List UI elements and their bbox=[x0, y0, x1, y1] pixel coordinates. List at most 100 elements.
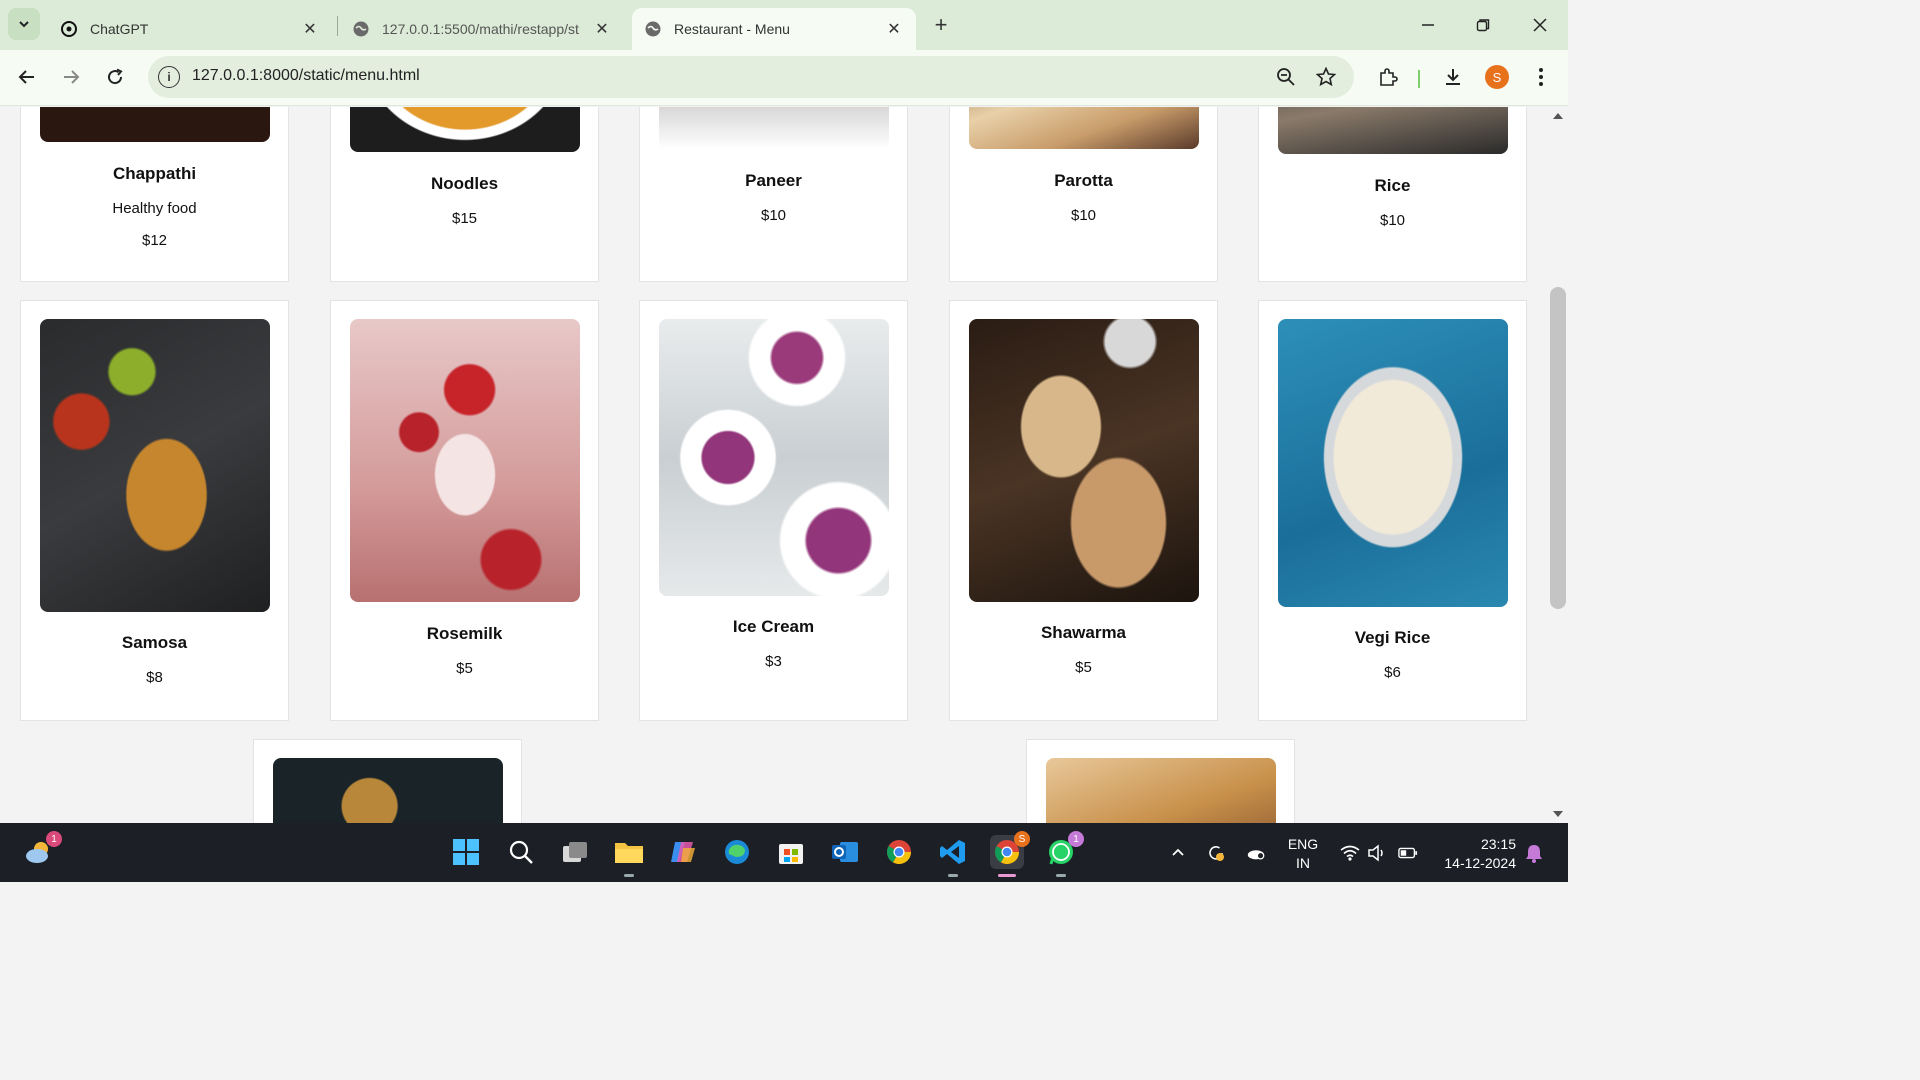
volume-icon[interactable] bbox=[1367, 843, 1387, 863]
item-price: $12 bbox=[141, 232, 168, 249]
item-price: $10 bbox=[1070, 207, 1097, 224]
shawarma-photo bbox=[969, 319, 1199, 602]
biryani-photo bbox=[273, 758, 503, 823]
arrow-right-icon bbox=[64, 70, 80, 84]
store-icon bbox=[779, 844, 803, 864]
reload-button[interactable] bbox=[100, 62, 130, 92]
item-price: $6 bbox=[1384, 664, 1401, 681]
vscode-icon bbox=[940, 840, 965, 864]
scroll-up-icon[interactable] bbox=[1553, 113, 1563, 119]
wifi-icon[interactable] bbox=[1340, 843, 1360, 863]
microsoft-store-button[interactable] bbox=[774, 835, 808, 869]
tab-restapp[interactable]: 127.0.0.1:5500/mathi/restapp/st ✕ bbox=[340, 8, 624, 50]
menu-card-rosemilk[interactable]: Rosemilk $5 bbox=[330, 300, 599, 721]
downloads-button[interactable] bbox=[1438, 62, 1468, 92]
back-button[interactable] bbox=[12, 62, 42, 92]
profile-avatar[interactable]: S bbox=[1485, 65, 1509, 89]
url-text[interactable]: 127.0.0.1:8000/static/menu.html bbox=[192, 67, 420, 85]
task-view-button[interactable] bbox=[558, 835, 592, 869]
edge-button[interactable] bbox=[720, 835, 754, 869]
close-icon bbox=[1533, 18, 1547, 32]
menu-card-ice-cream[interactable]: Ice Cream $3 bbox=[639, 300, 908, 721]
chrome-profile-button[interactable]: S bbox=[990, 831, 1030, 877]
outlook-icon bbox=[832, 842, 858, 862]
menu-card-paneer[interactable]: Paneer $10 bbox=[639, 107, 908, 282]
running-indicator bbox=[948, 874, 958, 877]
clock[interactable]: 23:15 14-12-2024 bbox=[1434, 835, 1516, 873]
language-indicator[interactable]: ENG IN bbox=[1284, 835, 1322, 873]
chevron-down-icon bbox=[19, 21, 29, 28]
page-scrollbar[interactable] bbox=[1548, 107, 1568, 823]
vscode-button[interactable] bbox=[936, 835, 970, 877]
menu-card-naan[interactable] bbox=[1026, 739, 1295, 823]
rice-photo bbox=[1278, 107, 1508, 154]
chevron-up-icon bbox=[1172, 848, 1184, 856]
globe-icon bbox=[644, 20, 662, 38]
tab-title: 127.0.0.1:5500/mathi/restapp/st bbox=[382, 21, 579, 37]
search-button[interactable] bbox=[504, 835, 538, 869]
zoom-icon[interactable] bbox=[1274, 65, 1298, 89]
address-bar[interactable]: i 127.0.0.1:8000/static/menu.html bbox=[148, 56, 1354, 98]
clock-date: 14-12-2024 bbox=[1444, 855, 1516, 871]
item-name: Rosemilk bbox=[426, 624, 503, 643]
new-tab-button[interactable]: + bbox=[928, 12, 954, 38]
page-viewport: Chappathi Healthy food $12 Noodles $15 P… bbox=[0, 107, 1548, 823]
file-explorer-button[interactable] bbox=[612, 835, 646, 877]
sync-icon[interactable] bbox=[1206, 843, 1226, 863]
item-price: $5 bbox=[1075, 659, 1092, 676]
windows-logo-icon bbox=[453, 839, 479, 865]
menu-card-shawarma[interactable]: Shawarma $5 bbox=[949, 300, 1218, 721]
copilot-button[interactable] bbox=[666, 835, 700, 869]
menu-card-parotta[interactable]: Parotta $10 bbox=[949, 107, 1218, 282]
site-info-icon[interactable]: i bbox=[158, 66, 180, 88]
chrome-button[interactable] bbox=[882, 835, 916, 869]
tab-restaurant-menu[interactable]: Restaurant - Menu ✕ bbox=[632, 8, 916, 50]
battery-icon[interactable] bbox=[1398, 843, 1418, 863]
menu-card-vegi-rice[interactable]: Vegi Rice $6 bbox=[1258, 300, 1527, 721]
edge-icon bbox=[725, 840, 749, 864]
menu-card-rice[interactable]: Rice $10 bbox=[1258, 107, 1527, 282]
language-code: ENG bbox=[1287, 836, 1319, 852]
item-name: Chappathi bbox=[112, 164, 197, 183]
onedrive-icon[interactable] bbox=[1246, 843, 1266, 863]
noodles-photo bbox=[350, 107, 580, 152]
tab-chatgpt[interactable]: ChatGPT ✕ bbox=[48, 8, 332, 50]
close-icon[interactable]: ✕ bbox=[592, 19, 612, 39]
restore-button[interactable] bbox=[1468, 10, 1498, 40]
tab-search-button[interactable] bbox=[8, 8, 40, 40]
scroll-down-icon[interactable] bbox=[1553, 811, 1563, 817]
scrollbar-thumb[interactable] bbox=[1550, 287, 1566, 609]
ice-cream-photo bbox=[659, 319, 889, 596]
item-price: $15 bbox=[451, 210, 478, 227]
toolbar-divider bbox=[1418, 70, 1420, 88]
browser-tab-bar: ChatGPT ✕ 127.0.0.1:5500/mathi/restapp/s… bbox=[0, 0, 1568, 50]
menu-card-samosa[interactable]: Samosa $8 bbox=[20, 300, 289, 721]
copilot-icon bbox=[671, 842, 695, 862]
bookmark-star-icon[interactable] bbox=[1314, 65, 1338, 89]
menu-card-biryani[interactable] bbox=[253, 739, 522, 823]
chrome-icon bbox=[886, 840, 911, 865]
start-button[interactable] bbox=[449, 835, 483, 869]
whatsapp-button[interactable]: 1 bbox=[1044, 831, 1084, 877]
item-price: $3 bbox=[765, 653, 782, 670]
menu-card-noodles[interactable]: Noodles $15 bbox=[330, 107, 599, 282]
extensions-button[interactable] bbox=[1373, 62, 1403, 92]
running-indicator bbox=[1056, 874, 1066, 877]
outlook-button[interactable] bbox=[828, 835, 862, 869]
globe-icon bbox=[352, 20, 370, 38]
close-icon[interactable]: ✕ bbox=[300, 19, 320, 39]
minimize-button[interactable] bbox=[1413, 10, 1443, 40]
item-name: Ice Cream bbox=[732, 617, 815, 636]
close-icon[interactable]: ✕ bbox=[884, 19, 904, 39]
show-hidden-icons-button[interactable] bbox=[1168, 843, 1188, 863]
parotta-photo bbox=[969, 107, 1199, 149]
browser-menu-button[interactable] bbox=[1526, 62, 1556, 92]
forward-button[interactable] bbox=[56, 62, 86, 92]
item-name: Samosa bbox=[121, 633, 188, 652]
close-window-button[interactable] bbox=[1525, 10, 1555, 40]
menu-card-chappathi[interactable]: Chappathi Healthy food $12 bbox=[20, 107, 289, 282]
notification-badge: 1 bbox=[1068, 831, 1084, 847]
active-indicator bbox=[998, 874, 1016, 877]
weather-widget[interactable]: 1 bbox=[22, 831, 62, 869]
notifications-icon[interactable] bbox=[1524, 843, 1544, 863]
